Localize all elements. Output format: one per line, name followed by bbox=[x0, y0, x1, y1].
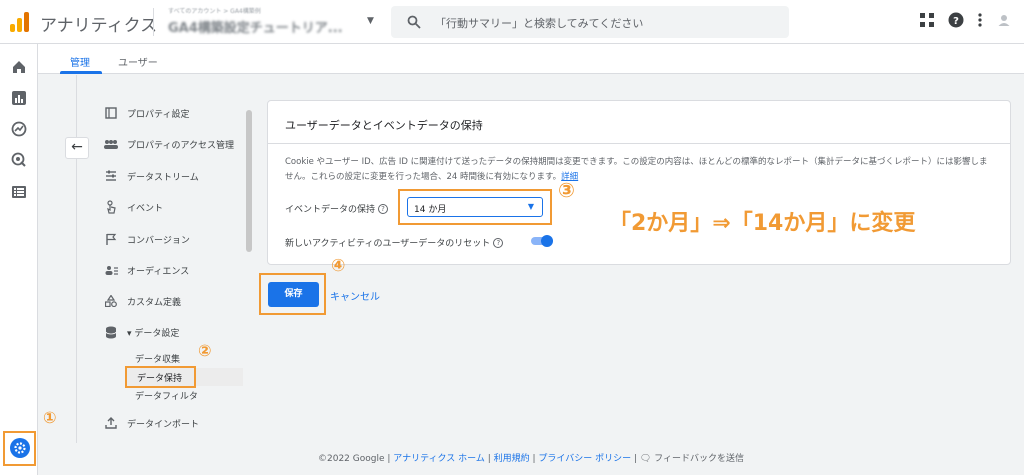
flag-icon bbox=[103, 231, 119, 247]
nav-item-label: オーディエンス bbox=[127, 266, 190, 277]
annotation-1: ① bbox=[43, 408, 57, 427]
nav-item-data-import[interactable]: データインポート bbox=[103, 413, 199, 433]
chevron-down-icon[interactable]: ▼ bbox=[367, 16, 374, 26]
avatar[interactable] bbox=[996, 12, 1012, 28]
gear-icon bbox=[14, 442, 26, 454]
copyright: ©2022 Google | bbox=[318, 454, 394, 464]
nav-item-events[interactable]: イベント bbox=[103, 197, 163, 217]
help-icon[interactable]: ? bbox=[378, 203, 389, 214]
reset-label: 新しいアクティビティのユーザーデータのリセット ? bbox=[285, 236, 504, 249]
event-retention-label-text: イベントデータの保持 bbox=[285, 205, 376, 215]
nav-item-label: コンバージョン bbox=[127, 235, 190, 246]
nav-item-data-streams[interactable]: データストリーム bbox=[103, 166, 199, 186]
people-icon bbox=[103, 136, 119, 152]
footer-sep: | bbox=[484, 454, 494, 464]
svg-text:?: ? bbox=[953, 16, 959, 27]
app-title: アナリティクス bbox=[40, 16, 158, 36]
search-icon bbox=[407, 15, 421, 29]
nav-sub-data-collection[interactable]: データ収集 bbox=[135, 352, 180, 365]
footer-home-link[interactable]: アナリティクス ホーム bbox=[393, 454, 485, 464]
nav-track bbox=[76, 75, 77, 443]
nav-item-label: イベント bbox=[127, 203, 164, 214]
property-name: GA4構築設定チュートリア... bbox=[168, 21, 343, 36]
back-arrow-icon[interactable]: ← bbox=[65, 137, 89, 159]
nav-scrollbar[interactable] bbox=[246, 110, 252, 252]
list-icon[interactable] bbox=[11, 184, 27, 200]
explore-icon[interactable] bbox=[11, 121, 27, 137]
divider bbox=[268, 143, 1010, 144]
nav-item-label: カスタム定義 bbox=[127, 297, 182, 308]
search-input[interactable]: 「行動サマリー」と検索してみてください bbox=[435, 15, 643, 31]
help-icon[interactable]: ? bbox=[948, 12, 964, 28]
nav-item-label: プロパティのアクセス管理 bbox=[127, 140, 235, 151]
save-highlight: 保存 bbox=[259, 273, 326, 315]
nav-item-property-settings[interactable]: プロパティ設定 bbox=[103, 103, 189, 123]
audience-icon bbox=[103, 262, 119, 278]
card-description: Cookie やユーザー ID、広告 ID に関連付けて送ったデータの保持期間は… bbox=[285, 155, 995, 185]
database-icon bbox=[103, 324, 119, 340]
account-picker[interactable]: すべてのアカウント > GA4構築例 GA4構築設定チュートリア... bbox=[168, 6, 343, 36]
save-button[interactable]: 保存 bbox=[268, 282, 319, 307]
footer: ©2022 Google | アナリティクス ホーム | 利用規約 | プライバ… bbox=[38, 444, 1024, 475]
annotation-3: ③ bbox=[558, 178, 575, 202]
nav-item-conversions[interactable]: コンバージョン bbox=[103, 229, 190, 249]
feedback-icon: 🗨 bbox=[639, 454, 655, 464]
analytics-logo-icon bbox=[10, 12, 30, 32]
reset-label-text: 新しいアクティビティのユーザーデータのリセット bbox=[285, 239, 491, 249]
event-retention-value: 14 か月 bbox=[414, 205, 447, 215]
footer-privacy-link[interactable]: プライバシー ポリシー bbox=[538, 454, 631, 464]
chevron-down-icon: ▼ bbox=[527, 202, 534, 211]
help-icon[interactable]: ? bbox=[493, 237, 504, 248]
nav-item-label: データインポート bbox=[127, 419, 200, 430]
advertising-icon[interactable] bbox=[11, 152, 27, 168]
cancel-button[interactable]: キャンセル bbox=[330, 288, 380, 303]
nav-item-data-settings[interactable]: ▾ データ設定 bbox=[103, 322, 179, 342]
admin-button[interactable] bbox=[10, 438, 30, 458]
top-bar: アナリティクス すべてのアカウント > GA4構築例 GA4構築設定チュートリア… bbox=[0, 0, 1024, 44]
nav-sub-data-filters[interactable]: データフィルタ bbox=[135, 389, 198, 402]
apps-grid-icon[interactable] bbox=[920, 13, 934, 27]
property-icon bbox=[103, 105, 119, 121]
search-bar[interactable]: 「行動サマリー」と検索してみてください bbox=[391, 6, 789, 38]
nav-sub-data-retention[interactable]: データ保持 bbox=[137, 371, 182, 384]
admin-tabs: 管理 ユーザー bbox=[38, 44, 1024, 74]
nav-item-access-management[interactable]: プロパティのアクセス管理 bbox=[103, 134, 234, 154]
nav-item-custom-definitions[interactable]: カスタム定義 bbox=[103, 291, 181, 311]
admin-highlight bbox=[3, 431, 36, 466]
reset-toggle[interactable] bbox=[531, 235, 553, 247]
divider bbox=[153, 8, 154, 36]
event-retention-label: イベントデータの保持 ? bbox=[285, 202, 389, 215]
more-vert-icon[interactable] bbox=[978, 13, 982, 27]
nav-item-label: プロパティ設定 bbox=[127, 109, 190, 120]
footer-feedback-link[interactable]: フィードバックを送信 bbox=[654, 454, 744, 464]
home-icon[interactable] bbox=[11, 59, 27, 75]
change-note: 「2か月」⇒「14か月」に変更 bbox=[609, 211, 916, 236]
event-retention-highlight: 14 か月 ▼ bbox=[398, 189, 552, 225]
event-retention-select[interactable]: 14 か月 ▼ bbox=[407, 197, 543, 217]
tab-admin[interactable]: 管理 bbox=[70, 54, 90, 69]
shapes-icon bbox=[103, 293, 119, 309]
reports-icon[interactable] bbox=[11, 90, 27, 106]
nav-item-label: ▾ データ設定 bbox=[127, 328, 180, 339]
toggle-knob bbox=[541, 235, 553, 247]
active-tab-indicator bbox=[60, 71, 102, 74]
retention-card: ユーザーデータとイベントデータの保持 Cookie やユーザー ID、広告 ID… bbox=[267, 100, 1011, 265]
footer-sep: | bbox=[631, 454, 640, 464]
description-text: Cookie やユーザー ID、広告 ID に関連付けて送ったデータの保持期間は… bbox=[285, 157, 988, 182]
card-title: ユーザーデータとイベントデータの保持 bbox=[285, 119, 483, 132]
touch-icon bbox=[103, 199, 119, 215]
annotation-2: ② bbox=[198, 341, 212, 360]
nav-item-audiences[interactable]: オーディエンス bbox=[103, 260, 189, 280]
stream-icon bbox=[103, 168, 119, 184]
left-rail: ① bbox=[0, 44, 57, 475]
upload-icon bbox=[103, 415, 119, 431]
footer-terms-link[interactable]: 利用規約 bbox=[494, 454, 530, 464]
tab-user[interactable]: ユーザー bbox=[118, 54, 158, 69]
nav-item-label: データストリーム bbox=[127, 172, 199, 183]
annotation-4: ④ bbox=[331, 256, 346, 276]
account-breadcrumb: すべてのアカウント > GA4構築例 bbox=[168, 8, 261, 15]
